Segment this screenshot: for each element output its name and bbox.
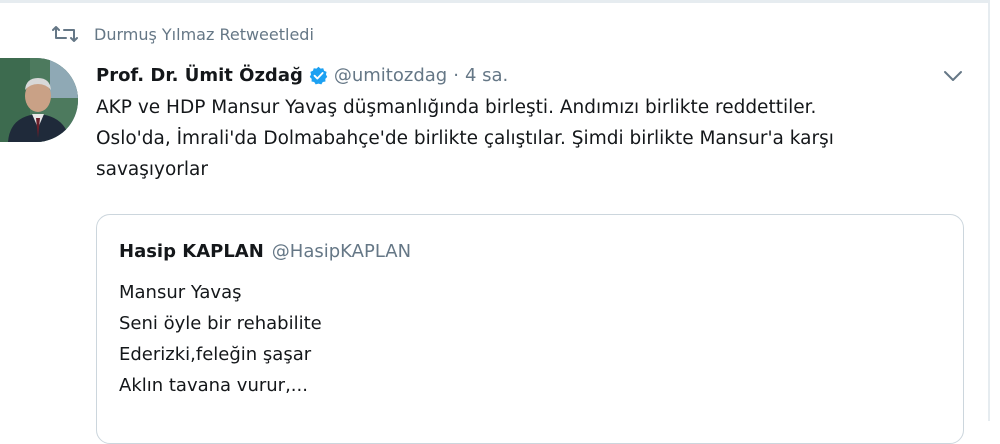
chevron-down-icon[interactable]: [940, 66, 966, 86]
quoted-tweet-card[interactable]: Hasip KAPLAN @HasipKAPLAN Mansur Yavaş S…: [96, 214, 964, 444]
separator-dot: ·: [453, 64, 459, 86]
retweet-context[interactable]: Durmuş Yılmaz Retweetledi: [52, 22, 314, 46]
tweet-text: AKP ve HDP Mansur Yavaş düşmanlığında bi…: [96, 92, 966, 185]
quoted-text-line: Mansur Yavaş: [119, 282, 242, 303]
tweet-header: Prof. Dr. Ümit Özdağ @umitozdag · 4 sa.: [96, 61, 508, 89]
tweet-text-line: Oslo'da, İmrali'da Dolmabahçe'de birlikt…: [96, 128, 834, 149]
top-divider: [0, 0, 988, 3]
verified-badge-icon: [309, 66, 328, 84]
author-handle[interactable]: @umitozdag: [334, 65, 447, 86]
scrollbar-track[interactable]: [990, 0, 1000, 421]
quoted-text-line: Aklın tavana vurur,...: [119, 375, 308, 396]
quoted-author-handle: @HasipKAPLAN: [271, 241, 412, 262]
author-name[interactable]: Prof. Dr. Ümit Özdağ: [96, 65, 303, 86]
tweet-text-line: savaşıyorlar: [96, 159, 208, 180]
quoted-text-line: Seni öyle bir rehabilite: [119, 313, 322, 334]
tweet-text-line: AKP ve HDP Mansur Yavaş düşmanlığında bi…: [96, 97, 817, 118]
quoted-author-name: Hasip KAPLAN: [119, 241, 264, 262]
avatar[interactable]: [0, 58, 78, 142]
retweet-icon: [52, 26, 78, 42]
retweet-by-text[interactable]: Durmuş Yılmaz Retweetledi: [94, 25, 314, 44]
avatar-image: [0, 58, 78, 142]
quoted-tweet-header: Hasip KAPLAN @HasipKAPLAN: [119, 241, 411, 262]
tweet-timestamp[interactable]: 4 sa.: [465, 65, 508, 86]
quoted-text-line: Ederizki,feleğin şaşar: [119, 344, 312, 365]
quoted-tweet-text: Mansur Yavaş Seni öyle bir rehabilite Ed…: [119, 277, 322, 401]
